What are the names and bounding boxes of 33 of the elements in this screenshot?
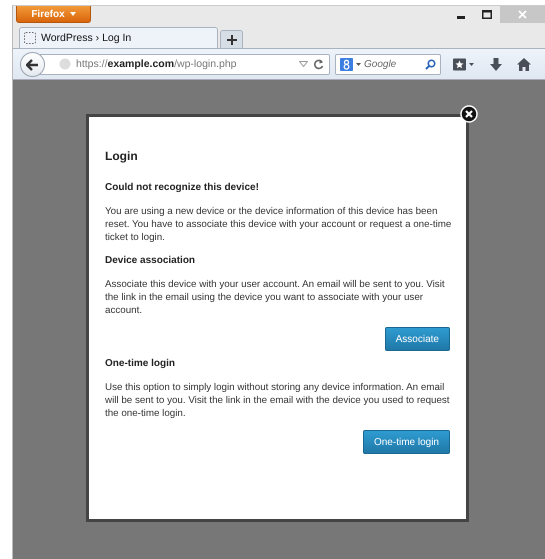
section-text: Associate this device with your user account. An email will be sent to you. Visit the link in the email using the device you want to associate with your user account.: [105, 278, 446, 317]
maximize-icon: [482, 10, 492, 19]
section-heading: Device association: [105, 254, 196, 267]
section-text: You are using a new device or the device information of this device has been reset. You have to associate this device with your account or request a one-time ticket to login.: [105, 205, 452, 244]
back-arrow-icon: [26, 58, 39, 70]
url-text: https://example.com/wp-login.php: [76, 58, 238, 70]
reload-icon[interactable]: [313, 58, 324, 70]
close-icon: [518, 10, 527, 19]
caret-icon: [70, 12, 76, 16]
home-icon[interactable]: [517, 58, 531, 70]
address-bar[interactable]: https://example.com/wp-login.php: [40, 54, 330, 74]
plus-icon: [226, 34, 236, 44]
search-icon[interactable]: [425, 58, 436, 70]
close-icon[interactable]: [460, 105, 478, 123]
search-field[interactable]: Google: [364, 58, 416, 70]
download-icon[interactable]: [490, 58, 502, 70]
action-button[interactable]: Associate: [384, 327, 450, 351]
section-text: Use this option to simply login without storing any device information. An email will be sent to you. Visit the link in the email with the device you used to request the one-time login.: [105, 381, 451, 420]
section-heading: One-time login: [105, 357, 176, 370]
firefox-menu-button[interactable]: Firefox: [16, 6, 91, 23]
search-box[interactable]: Google: [335, 54, 441, 74]
page-icon: [24, 32, 36, 44]
browser-tab[interactable]: WordPress › Log In: [19, 27, 218, 48]
new-tab-button[interactable]: [220, 30, 243, 48]
back-button[interactable]: [20, 52, 45, 77]
bookmarks-icon[interactable]: [453, 58, 475, 70]
action-button[interactable]: One-time login: [362, 430, 450, 454]
dialog-title: Login: [105, 150, 139, 163]
section-heading: Could not recognize this device!: [105, 181, 260, 194]
caret-icon: [356, 62, 361, 66]
dropdown-icon[interactable]: [299, 61, 308, 67]
search-engine-icon[interactable]: [340, 58, 353, 70]
globe-icon: [59, 58, 71, 70]
